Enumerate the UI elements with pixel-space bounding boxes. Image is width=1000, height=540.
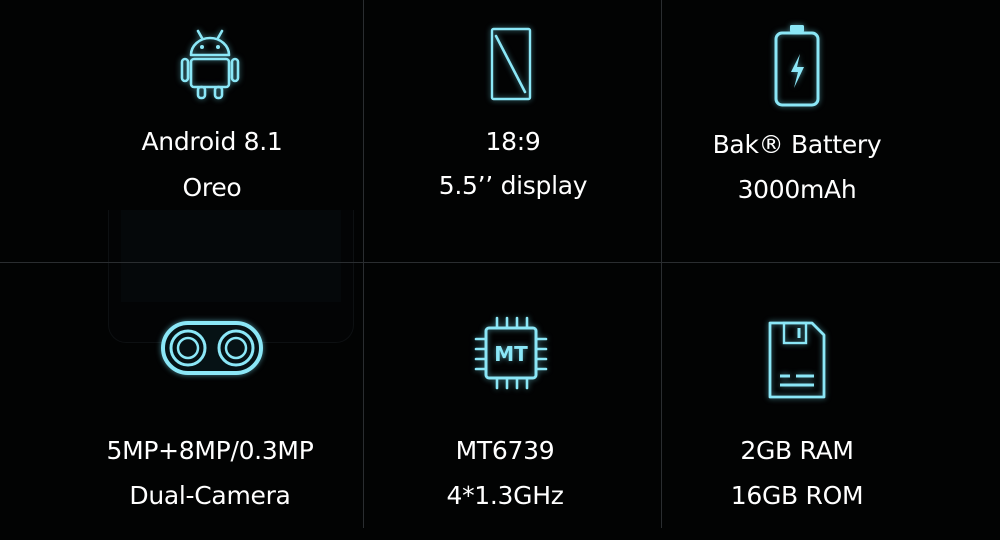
sd-card-icon bbox=[768, 321, 826, 399]
feature-line-1: 18:9 bbox=[485, 127, 541, 156]
feature-line-2: 5.5’’ display bbox=[438, 171, 588, 200]
feature-line-1: MT6739 bbox=[455, 436, 555, 465]
feature-line-2: Oreo bbox=[182, 173, 242, 202]
feature-line-2: 4*1.3GHz bbox=[446, 481, 564, 510]
feature-line-1: Android 8.1 bbox=[141, 127, 283, 156]
dual-camera-icon bbox=[161, 321, 263, 375]
grid-divider-vertical-1 bbox=[363, 0, 364, 528]
chip-label: MT bbox=[494, 342, 528, 366]
feature-line-1: 5MP+8MP/0.3MP bbox=[106, 436, 314, 465]
phone-display-icon bbox=[490, 27, 532, 101]
feature-line-1: 2GB RAM bbox=[740, 436, 854, 465]
background-phone-screen bbox=[121, 210, 341, 302]
feature-line-1: Bak® Battery bbox=[712, 130, 882, 159]
battery-bolt-icon bbox=[774, 25, 820, 107]
feature-line-2: 16GB ROM bbox=[730, 481, 864, 510]
feature-line-2: Dual-Camera bbox=[129, 481, 291, 510]
android-robot-icon bbox=[180, 29, 240, 100]
feature-line-2: 3000mAh bbox=[737, 175, 857, 204]
grid-divider-horizontal bbox=[0, 262, 1000, 263]
feature-grid: Android 8.1 Oreo 18:9 5.5’’ display Bak®… bbox=[0, 0, 1000, 540]
grid-divider-vertical-2 bbox=[661, 0, 662, 528]
mt-chip-icon: MT bbox=[474, 316, 548, 390]
